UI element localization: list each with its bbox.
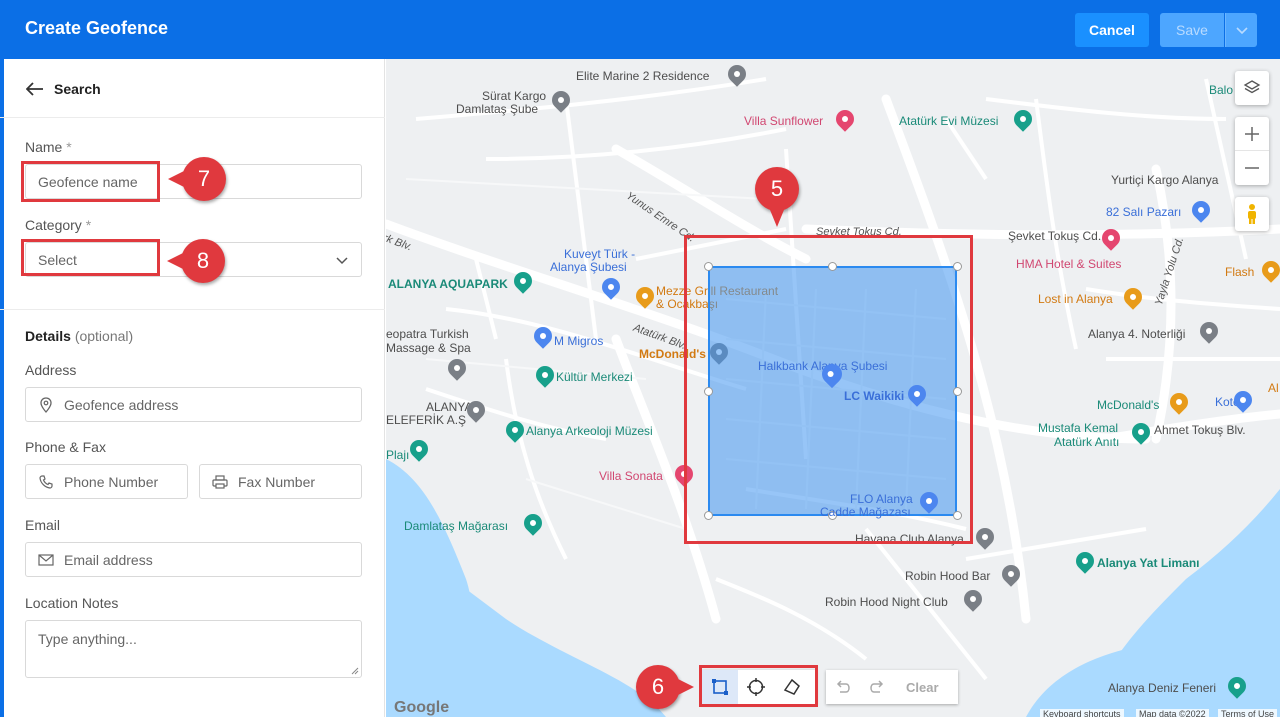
location-pin-icon [38, 396, 54, 413]
zoom-controls [1235, 117, 1269, 185]
callout-7: 7 [168, 157, 226, 201]
resize-handle-icon[interactable] [351, 667, 359, 675]
zoom-in-button[interactable] [1235, 117, 1269, 151]
poi-label[interactable]: Massage & Spa [386, 341, 471, 355]
poi-label[interactable]: Alanya Arkeoloji Müzesi [526, 424, 653, 438]
map-data-attribution: Map data ©2022 [1136, 709, 1209, 717]
redo-icon [870, 680, 884, 693]
keyboard-shortcuts-link[interactable]: Keyboard shortcuts [1040, 709, 1124, 717]
address-placeholder: Geofence address [64, 396, 179, 413]
poi-label[interactable]: Al [1268, 381, 1279, 395]
edit-toolbar: Clear [826, 670, 958, 704]
street-label: Ahmet Tokuş Blv. [1154, 423, 1246, 437]
save-button[interactable]: Save [1160, 13, 1224, 47]
poi-label[interactable]: Elite Marine 2 Residence [576, 69, 709, 83]
poi-label[interactable]: M Migros [554, 334, 603, 348]
fax-number-input[interactable]: Fax Number [199, 464, 362, 499]
poi-label[interactable]: 82 Salı Pazarı [1106, 205, 1181, 219]
zoom-out-button[interactable] [1235, 151, 1269, 185]
poi-label[interactable]: Plajı [386, 448, 409, 462]
plus-icon [1245, 126, 1259, 141]
location-notes-textarea[interactable]: Type anything... [25, 620, 362, 678]
app-header: Create Geofence Cancel Save [0, 0, 1280, 59]
poi-label[interactable]: Lost in Alanya [1038, 292, 1113, 306]
map-layers-button[interactable] [1235, 71, 1269, 105]
back-to-search-link[interactable]: Search [26, 79, 101, 99]
poi-label[interactable]: ELEFERİK A.Ş [386, 413, 466, 427]
poi-label[interactable]: Yurtiçi Kargo Alanya [1111, 173, 1218, 187]
undo-icon [836, 680, 850, 693]
highlight-category-field [21, 239, 160, 276]
minus-icon [1245, 167, 1259, 169]
phone-icon [38, 474, 54, 490]
save-options-dropdown[interactable] [1225, 13, 1257, 47]
highlight-geofence-area [684, 235, 973, 544]
poi-label[interactable]: eopatra Turkish [386, 327, 469, 341]
google-logo: Google [394, 699, 450, 716]
phone-fax-label: Phone & Fax [25, 439, 106, 455]
poi-label[interactable]: Mustafa Kemal [1038, 421, 1118, 435]
poi-label[interactable]: HMA Hotel & Suites [1016, 257, 1121, 271]
poi-label[interactable]: Damlataş Şube [456, 102, 538, 116]
address-label: Address [25, 362, 77, 378]
back-label: Search [54, 81, 101, 97]
name-label: Name * [25, 139, 72, 155]
email-label: Email [25, 517, 61, 533]
arrow-left-icon [26, 82, 43, 96]
callout-6: 6 [636, 665, 694, 709]
layers-icon [1243, 80, 1261, 94]
chevron-down-icon [336, 256, 348, 264]
email-input[interactable]: Email address [25, 542, 362, 577]
poi-label[interactable]: ALANYA [426, 400, 472, 414]
poi-label[interactable]: Damlataş Mağarası [404, 519, 508, 533]
poi-label[interactable]: Alanya 4. Noterliği [1088, 327, 1185, 341]
callout-5: 5 [755, 167, 799, 227]
printer-icon [212, 474, 228, 490]
poi-label[interactable]: Robin Hood Night Club [825, 595, 948, 609]
divider [0, 309, 385, 310]
poi-label[interactable]: Atatürk Anıtı [1054, 435, 1119, 449]
poi-label[interactable]: Flash [1225, 265, 1254, 279]
poi-label[interactable]: Villa Sonata [599, 469, 663, 483]
address-input[interactable]: Geofence address [25, 387, 362, 422]
poi-label[interactable]: Balo [1209, 83, 1233, 97]
phone-number-input[interactable]: Phone Number [25, 464, 188, 499]
clear-button[interactable]: Clear [906, 680, 939, 695]
street-label: Şevket Tokuş Cd. [1008, 229, 1102, 243]
highlight-drawing-tools [699, 665, 818, 707]
poi-label[interactable]: McDonald's [1097, 398, 1159, 412]
chevron-down-icon [1236, 27, 1248, 35]
redo-button[interactable] [860, 670, 894, 704]
location-notes-label: Location Notes [25, 595, 119, 611]
page-title: Create Geofence [25, 18, 169, 38]
category-label: Category * [25, 217, 92, 233]
divider [0, 117, 385, 118]
cancel-button[interactable]: Cancel [1075, 13, 1149, 47]
poi-label[interactable]: Kuveyt Türk - [564, 247, 635, 261]
highlight-name-field [21, 161, 160, 202]
notes-placeholder: Type anything... [38, 631, 137, 647]
terms-link[interactable]: Terms of Use [1218, 709, 1278, 717]
street-view-button[interactable] [1235, 197, 1269, 231]
poi-label[interactable]: ALANYA AQUAPARK [388, 277, 508, 291]
undo-button[interactable] [826, 670, 860, 704]
callout-8: 8 [167, 239, 225, 283]
poi-label[interactable]: Robin Hood Bar [905, 569, 990, 583]
geofence-form-panel: Search Name * Geofence name Category * S… [0, 59, 385, 717]
poi-label[interactable]: Alanya Deniz Feneri [1108, 681, 1216, 695]
email-placeholder: Email address [64, 551, 153, 568]
mail-icon [38, 552, 54, 568]
poi-label[interactable]: Atatürk Evi Müzesi [899, 114, 998, 128]
details-section-title: Details (optional) [25, 328, 134, 344]
fax-placeholder: Fax Number [238, 473, 316, 490]
poi-label[interactable]: Alanya Yat Limanı [1097, 556, 1200, 570]
poi-label[interactable]: Sürat Kargo [482, 89, 546, 103]
phone-placeholder: Phone Number [64, 473, 159, 490]
poi-label[interactable]: Alanya Şubesi [550, 260, 627, 274]
poi-label[interactable]: Kültür Merkezi [556, 370, 633, 384]
poi-label[interactable]: Villa Sunflower [744, 114, 823, 128]
pegman-icon [1248, 204, 1256, 224]
